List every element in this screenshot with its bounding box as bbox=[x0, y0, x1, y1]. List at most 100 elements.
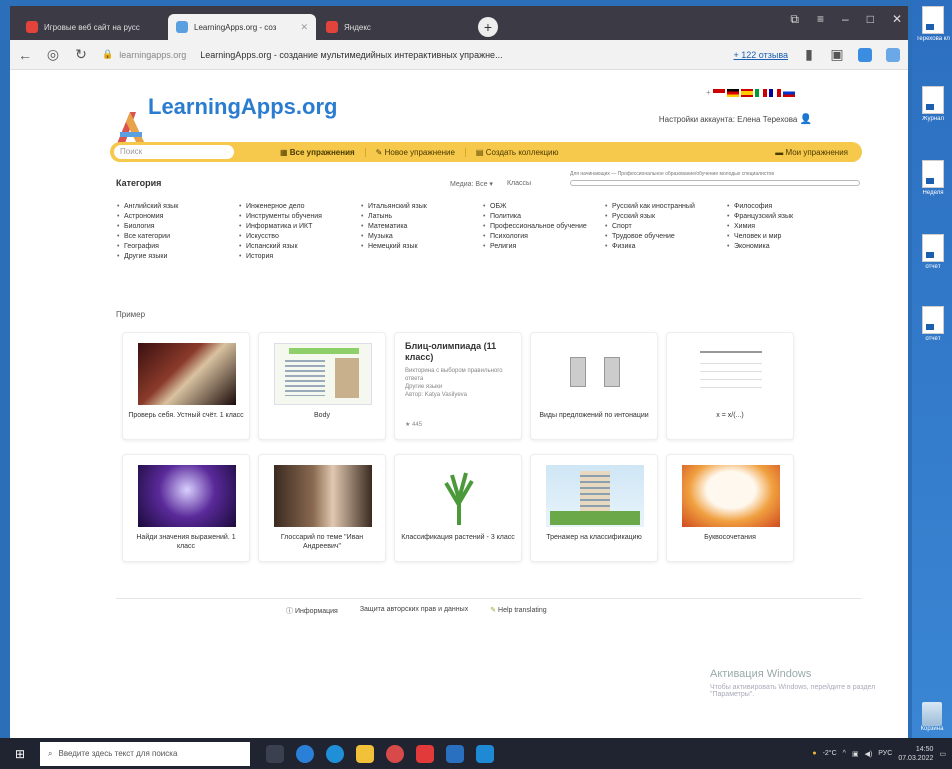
flag-icon[interactable] bbox=[754, 88, 767, 97]
category-link[interactable]: Русский язык bbox=[604, 212, 726, 221]
app-card[interactable]: Виды предложений по интонации bbox=[530, 332, 658, 440]
extension-icon[interactable] bbox=[886, 47, 900, 62]
opera-icon[interactable] bbox=[416, 744, 434, 763]
app-card[interactable]: Проверь себя. Устный счёт. 1 класс bbox=[122, 332, 250, 440]
desktop-file-icon[interactable]: отчёт bbox=[916, 306, 950, 343]
desktop-file-icon[interactable]: отчёт bbox=[916, 234, 950, 271]
category-link[interactable]: Спорт bbox=[604, 222, 726, 231]
flag-icon[interactable] bbox=[712, 88, 725, 97]
app-card[interactable]: Тренажер на классификацию bbox=[530, 454, 658, 562]
language-indicator[interactable]: РУС bbox=[878, 750, 892, 757]
snapshot-icon[interactable]: ⧉ bbox=[790, 12, 799, 27]
volume-icon[interactable]: ◀) bbox=[865, 750, 873, 758]
recycle-bin-icon[interactable]: Корзина bbox=[916, 702, 948, 732]
flag-icon[interactable] bbox=[768, 88, 781, 97]
category-link[interactable]: Инженерное дело bbox=[238, 202, 360, 211]
category-link[interactable]: Все категории bbox=[116, 232, 238, 241]
category-link[interactable]: Астрономия bbox=[116, 212, 238, 221]
app-card[interactable]: Найди значения выражений. 1 класс bbox=[122, 454, 250, 562]
tab-games[interactable]: Игровые веб сайт на русс bbox=[18, 14, 166, 40]
app-card[interactable]: Буквосочетания bbox=[666, 454, 794, 562]
category-link[interactable]: Математика bbox=[360, 222, 482, 231]
extension-icon[interactable] bbox=[858, 47, 872, 62]
desktop-file-icon[interactable]: Журнал bbox=[916, 86, 950, 123]
menu-create-collection[interactable]: ▤ Создать коллекцию bbox=[464, 147, 569, 157]
footer-help-link[interactable]: ✎ Help translating bbox=[490, 606, 546, 616]
url-field[interactable]: 🔒 learningapps.org LearningApps.org - со… bbox=[102, 49, 720, 60]
app-card[interactable]: Глоссарий по теме "Иван Андреевич" bbox=[258, 454, 386, 562]
category-link[interactable]: Русский как иностранный bbox=[604, 202, 726, 211]
level-slider-track[interactable] bbox=[570, 180, 860, 186]
flag-icon[interactable] bbox=[726, 88, 739, 97]
media-filter[interactable]: Медиа: Все ▾ bbox=[450, 180, 493, 188]
category-link[interactable]: Французский язык bbox=[726, 212, 848, 221]
app-card[interactable]: x = x/(...) bbox=[666, 332, 794, 440]
snapshot-icon[interactable]: ▣ bbox=[830, 46, 844, 63]
home-icon[interactable]: ◎ bbox=[46, 46, 60, 63]
category-link[interactable]: ОБЖ bbox=[482, 202, 604, 211]
clock[interactable]: 14:50 07.03.2022 bbox=[898, 745, 933, 763]
search-input[interactable]: Поиск bbox=[114, 145, 234, 159]
category-link[interactable]: Биология bbox=[116, 222, 238, 231]
category-link[interactable]: Трудовое обучение bbox=[604, 232, 726, 241]
close-tab-icon[interactable]: ✕ bbox=[300, 22, 308, 33]
category-link[interactable]: Информатика и ИКТ bbox=[238, 222, 360, 231]
back-icon[interactable]: ← bbox=[18, 47, 32, 63]
weather-icon[interactable]: ● bbox=[812, 750, 816, 757]
category-link[interactable]: Политика bbox=[482, 212, 604, 221]
category-link[interactable]: Итальянский язык bbox=[360, 202, 482, 211]
reload-icon[interactable]: ↻ bbox=[74, 46, 88, 63]
menu-icon[interactable]: ≡ bbox=[817, 12, 824, 27]
store-icon[interactable] bbox=[446, 744, 464, 763]
flag-icon[interactable] bbox=[740, 88, 753, 97]
level-slider[interactable]: Для начинающих — Профессиональное образо… bbox=[570, 171, 860, 186]
category-link[interactable]: Латынь bbox=[360, 212, 482, 221]
minimize-icon[interactable]: – bbox=[842, 12, 849, 27]
menu-all-exercises[interactable]: ▦ Все упражнения bbox=[270, 148, 365, 157]
category-link[interactable]: Английский язык bbox=[116, 202, 238, 211]
category-link[interactable]: Философия bbox=[726, 202, 848, 211]
maximize-icon[interactable]: □ bbox=[867, 12, 874, 27]
chevron-up-icon[interactable]: ^ bbox=[843, 750, 846, 757]
flag-icon[interactable] bbox=[782, 88, 795, 97]
category-link[interactable]: Религия bbox=[482, 242, 604, 251]
reviews-link[interactable]: + 122 отзыва bbox=[734, 50, 788, 60]
chrome-icon[interactable] bbox=[296, 744, 314, 763]
category-link[interactable]: Физика bbox=[604, 242, 726, 251]
app-card[interactable]: Блиц-олимпиада (11 класс) Викторина с вы… bbox=[394, 332, 522, 440]
close-window-icon[interactable]: ✕ bbox=[892, 12, 902, 27]
account-settings[interactable]: Настройки аккаунта: Елена Терехова 👤 bbox=[659, 114, 812, 125]
file-explorer-icon[interactable] bbox=[356, 744, 374, 763]
yandex-icon[interactable] bbox=[386, 744, 404, 763]
category-link[interactable]: Музыка bbox=[360, 232, 482, 241]
tab-yandex[interactable]: Яндекс bbox=[318, 14, 466, 40]
network-icon[interactable]: ▣ bbox=[852, 750, 859, 758]
mail-icon[interactable] bbox=[476, 744, 494, 763]
app-card[interactable]: Body bbox=[258, 332, 386, 440]
category-link[interactable]: Инструменты обучения bbox=[238, 212, 360, 221]
edge-icon[interactable] bbox=[326, 744, 344, 763]
category-link[interactable]: Экономика bbox=[726, 242, 848, 251]
bookmark-icon[interactable]: ▮ bbox=[802, 46, 816, 63]
category-link[interactable]: Человек и мир bbox=[726, 232, 848, 241]
desktop-file-icon[interactable]: Неделя bbox=[916, 160, 950, 197]
new-tab-button[interactable]: + bbox=[478, 17, 498, 37]
category-link[interactable]: Искусство bbox=[238, 232, 360, 241]
footer-privacy-link[interactable]: Защита авторских прав и данных bbox=[360, 606, 468, 616]
tab-learningapps[interactable]: LearningApps.org - соз ✕ bbox=[168, 14, 316, 40]
category-link[interactable]: История bbox=[238, 252, 360, 261]
category-link[interactable]: Профессиональное обучение bbox=[482, 222, 604, 231]
windows-start-icon[interactable]: ⊞ bbox=[0, 747, 40, 761]
menu-my-exercises[interactable]: ▬ Мои упражнения bbox=[765, 148, 858, 157]
menu-new-exercise[interactable]: ✎ Новое упражнение bbox=[364, 147, 465, 157]
taskbar-search[interactable]: ⌕ Введите здесь текст для поиска bbox=[40, 741, 250, 766]
class-filter[interactable]: Классы bbox=[507, 180, 531, 188]
category-link[interactable]: Химия bbox=[726, 222, 848, 231]
logo[interactable]: LearningApps.org bbox=[110, 86, 410, 146]
desktop-file-icon[interactable]: Терехова кл bbox=[916, 6, 950, 43]
task-view-icon[interactable] bbox=[266, 744, 284, 763]
category-link[interactable]: Испанский язык bbox=[238, 242, 360, 251]
app-card[interactable]: Классификация растений - 3 класс bbox=[394, 454, 522, 562]
notifications-icon[interactable]: ▭ bbox=[939, 750, 946, 758]
category-link[interactable]: Другие языки bbox=[116, 252, 238, 261]
